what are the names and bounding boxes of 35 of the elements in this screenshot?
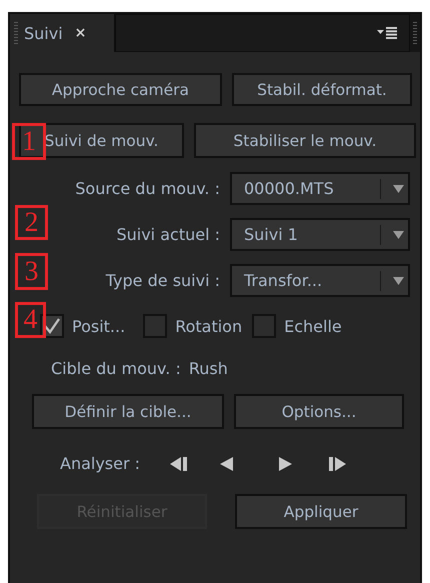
step-backward-icon[interactable] — [170, 456, 188, 472]
close-button[interactable]: × — [74, 25, 86, 41]
target-value: Rush — [188, 359, 228, 378]
callout-number: 4 — [15, 302, 46, 338]
caret-icon — [393, 230, 404, 238]
dropdown[interactable]: Suivi 1 — [230, 218, 410, 251]
target-label: Cible du mouv. : — [51, 359, 181, 378]
warp-stabilizer-button[interactable]: Stabil. déformat. — [232, 73, 412, 106]
grip-icon — [413, 22, 417, 44]
play-backward-icon[interactable] — [220, 456, 234, 472]
dropdown[interactable]: 00000.MTS — [230, 172, 410, 205]
checkbox-label: Rotation — [175, 316, 242, 336]
stabilize-motion-button[interactable]: Stabiliser le mouv. — [194, 123, 416, 158]
set-target-button[interactable]: Définir la cible... — [32, 394, 224, 429]
panel-tab[interactable]: Suivi × — [10, 14, 115, 52]
checkbox[interactable] — [252, 314, 276, 338]
step-forward-icon[interactable] — [328, 456, 346, 472]
play-icon[interactable] — [278, 456, 292, 472]
checkbox-label: Echelle — [284, 316, 342, 336]
callout-number: 3 — [15, 253, 48, 290]
caret-icon — [393, 276, 404, 284]
grip-icon — [14, 22, 18, 44]
analyze-label: Analyser : — [60, 454, 140, 473]
field-label: Source du mouv. : — [74, 179, 220, 198]
checkbox[interactable] — [143, 314, 168, 338]
options-button[interactable]: Options... — [234, 394, 404, 429]
camera-tracker-button[interactable]: Approche caméra — [19, 73, 222, 106]
action-button[interactable]: Appliquer — [235, 494, 407, 529]
menu-icon[interactable] — [377, 27, 397, 39]
caret-icon — [393, 184, 404, 192]
callout-number: 2 — [15, 205, 48, 240]
field-label: Suivi actuel : — [115, 225, 220, 244]
callout-number: 1 — [12, 123, 46, 160]
dropdown[interactable]: Transfor... — [230, 264, 410, 297]
checkbox-label: Posit... — [72, 316, 126, 336]
